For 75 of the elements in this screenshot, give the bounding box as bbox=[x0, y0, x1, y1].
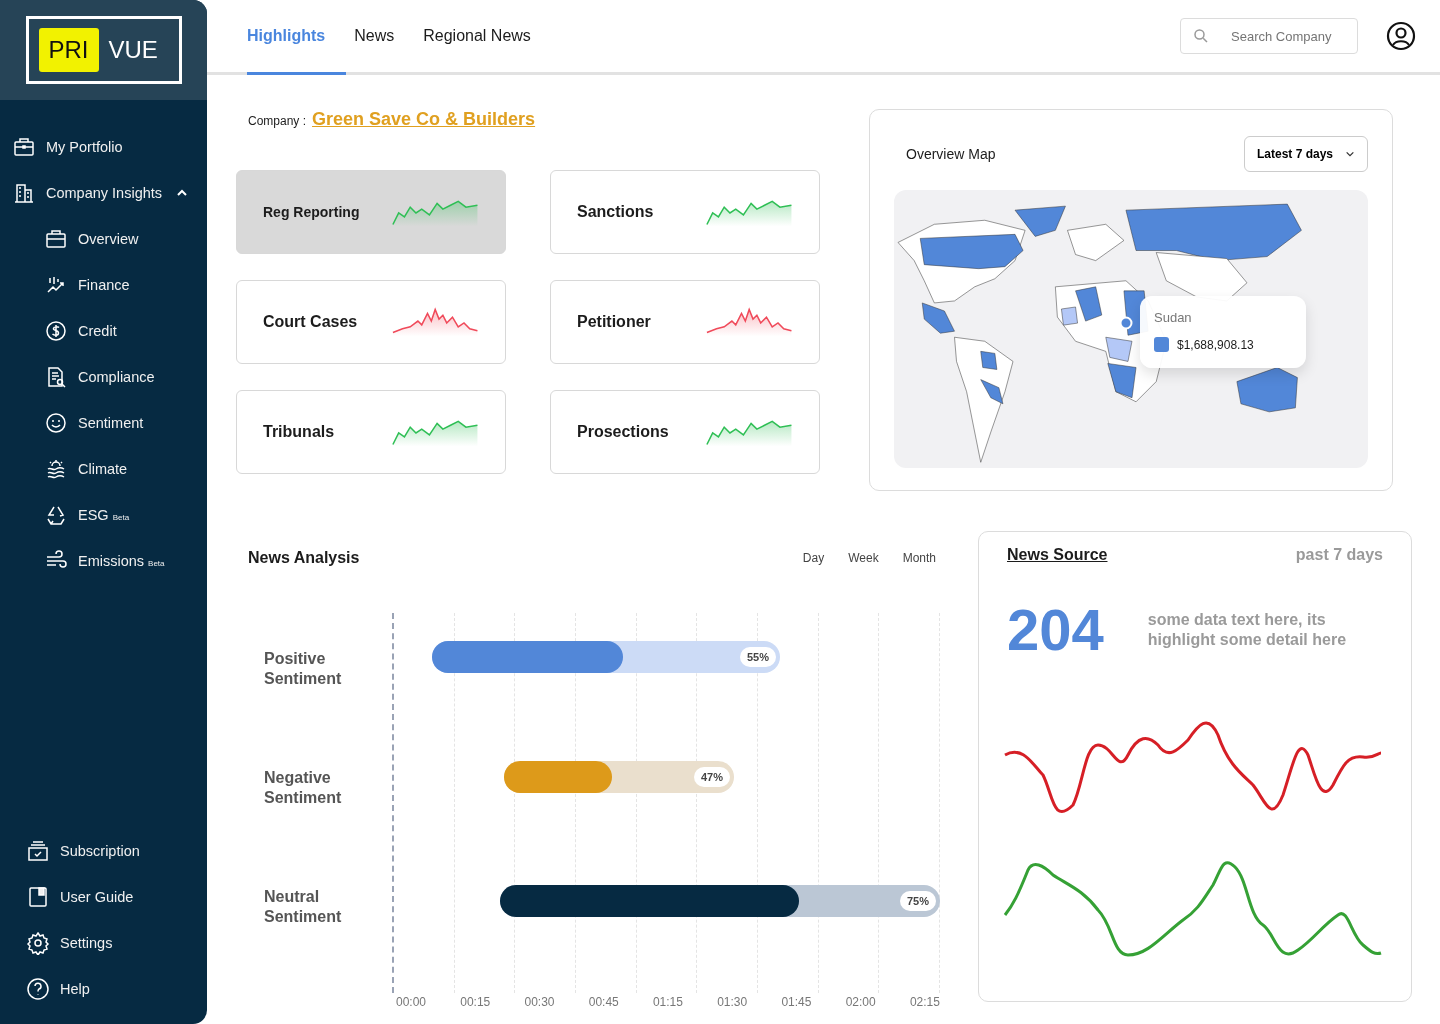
nav-item[interactable]: ESG Beta bbox=[0, 492, 207, 538]
search-field[interactable]: Search Company bbox=[1180, 18, 1358, 54]
nav-item[interactable]: Sentiment bbox=[0, 400, 207, 446]
sentiment-label: Positive Sentiment bbox=[264, 649, 343, 689]
section-title: News Analysis bbox=[248, 549, 360, 567]
category-card[interactable]: Prosections bbox=[550, 390, 820, 474]
percent-label: 55% bbox=[739, 647, 776, 667]
nav-item[interactable]: Finance bbox=[0, 262, 207, 308]
sentiment-label: Negative Sentiment bbox=[264, 768, 343, 808]
range-label: past 7 days bbox=[1295, 546, 1383, 564]
nav-item[interactable]: Climate bbox=[0, 446, 207, 492]
tab[interactable]: Regional News bbox=[423, 0, 552, 75]
card-title: News Source bbox=[1007, 546, 1108, 564]
smile-icon bbox=[44, 411, 68, 435]
tab[interactable]: News bbox=[354, 0, 416, 75]
time-tick-label: 00:15 bbox=[460, 995, 491, 1009]
user-avatar-icon[interactable] bbox=[1386, 21, 1416, 51]
period-tab[interactable]: Day bbox=[792, 551, 829, 565]
percent-label: 75% bbox=[899, 891, 936, 911]
category-card[interactable]: Sanctions bbox=[550, 170, 820, 254]
tab[interactable]: Highlights bbox=[247, 0, 347, 75]
time-tick-label: 01:15 bbox=[652, 995, 683, 1009]
book-icon bbox=[26, 885, 50, 909]
time-tick-label: 01:45 bbox=[781, 995, 812, 1009]
card-title: Petitioner bbox=[577, 313, 652, 331]
nav-item[interactable]: Settings bbox=[14, 920, 207, 966]
nav-item[interactable]: Emissions Beta bbox=[0, 538, 207, 584]
time-tick-label: 00:45 bbox=[588, 995, 619, 1009]
time-tick-label: 02:15 bbox=[909, 995, 940, 1009]
company-label: Company : bbox=[248, 114, 307, 128]
period-tab[interactable]: Week bbox=[838, 551, 883, 565]
nav-item[interactable]: Overview bbox=[0, 216, 207, 262]
help-icon bbox=[26, 977, 50, 1001]
time-tick-label: 00:30 bbox=[524, 995, 555, 1009]
nav-item[interactable]: Subscription bbox=[14, 828, 207, 874]
card-title: Court Cases bbox=[263, 313, 359, 331]
time-tick-label: 01:30 bbox=[717, 995, 748, 1009]
card-title: Sanctions bbox=[577, 203, 655, 221]
card-title: Prosections bbox=[577, 423, 670, 441]
category-card[interactable]: Court Cases bbox=[236, 280, 506, 364]
range-dropdown[interactable]: Latest 7 days bbox=[1243, 136, 1368, 172]
search-icon bbox=[1192, 27, 1210, 45]
nav-item[interactable]: Help bbox=[14, 966, 207, 1012]
card-title: Tribunals bbox=[263, 423, 336, 441]
logo-highlight: PRI bbox=[38, 28, 99, 72]
nav-item[interactable]: My Portfolio bbox=[0, 124, 207, 170]
category-card[interactable]: Tribunals bbox=[236, 390, 506, 474]
nav-item[interactable]: Company Insights bbox=[0, 170, 207, 216]
description: some data text here, its highlight some detail here bbox=[1147, 609, 1348, 650]
sentiment-label: Neutral Sentiment bbox=[264, 887, 343, 927]
time-tick-label: 00:00 bbox=[396, 995, 427, 1009]
beta-label: Beta bbox=[148, 558, 165, 568]
count-value: 204 bbox=[1007, 596, 1104, 663]
briefcase-icon bbox=[12, 135, 36, 159]
category-card[interactable]: Reg Reporting bbox=[236, 170, 506, 254]
nav-item[interactable]: Credit bbox=[0, 308, 207, 354]
checklist-tray-icon bbox=[26, 839, 50, 863]
briefcase-icon bbox=[44, 227, 68, 251]
nav-item[interactable]: User Guide bbox=[14, 874, 207, 920]
building-icon bbox=[12, 181, 36, 205]
tooltip-country: Sudan bbox=[1154, 310, 1193, 325]
chevron-down-icon bbox=[1345, 149, 1355, 159]
settings-icon bbox=[26, 931, 50, 955]
time-tick-label: 02:00 bbox=[845, 995, 876, 1009]
card-title: Reg Reporting bbox=[263, 204, 361, 220]
card-title: Overview Map bbox=[906, 146, 996, 162]
tooltip-value: $1,688,908.13 bbox=[1177, 337, 1254, 352]
dollar-icon bbox=[44, 319, 68, 343]
nav-item[interactable]: Compliance bbox=[0, 354, 207, 400]
category-card[interactable]: Petitioner bbox=[550, 280, 820, 364]
period-tab[interactable]: Month bbox=[892, 551, 940, 565]
logo-text: VUE bbox=[108, 36, 158, 64]
map-marker-icon bbox=[1118, 315, 1134, 331]
percent-label: 47% bbox=[693, 767, 730, 787]
beta-label: Beta bbox=[112, 512, 130, 522]
